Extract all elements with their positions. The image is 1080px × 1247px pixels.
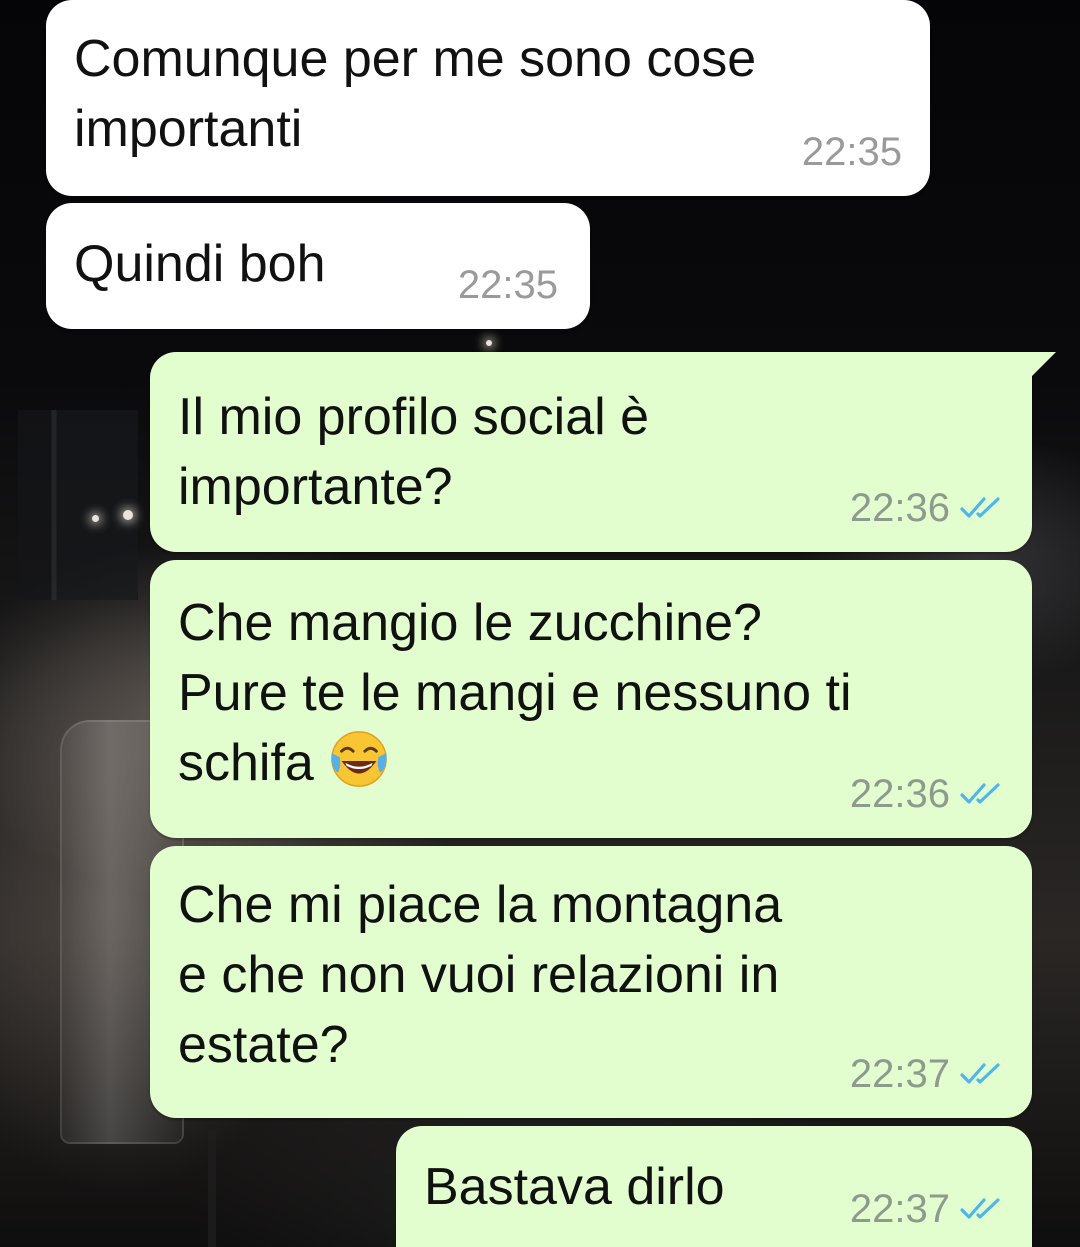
- message-text: Che mangio le zucchine? Pure te le mangi…: [178, 588, 1004, 798]
- bubble-tail: [1026, 352, 1056, 382]
- read-receipt-icon: [960, 783, 1000, 804]
- message-text: Che mi piace la montagna e che non vuoi …: [178, 870, 1004, 1080]
- message-timestamp: 22:37: [849, 1052, 950, 1096]
- outgoing-message-bubble[interactable]: Bastava dirlo 22:37: [396, 1126, 1032, 1247]
- chat-message-list[interactable]: Comunque per me sono cose importanti 22:…: [0, 0, 1080, 1247]
- message-timestamp: 22:35: [801, 130, 902, 174]
- message-timestamp: 22:35: [457, 263, 558, 307]
- outgoing-message-bubble[interactable]: Il mio profilo social è importante? 22:3…: [150, 352, 1056, 552]
- message-line: Il mio profilo social è: [178, 388, 650, 446]
- incoming-message-bubble[interactable]: Quindi boh 22:35: [46, 203, 590, 329]
- outgoing-message-bubble[interactable]: Che mi piace la montagna e che non vuoi …: [150, 846, 1032, 1118]
- message-line: Che mi piace la montagna: [178, 876, 783, 934]
- read-receipt-icon: [960, 1063, 1000, 1084]
- read-receipt-icon: [960, 1198, 1000, 1219]
- message-meta: 22:36: [850, 486, 1004, 530]
- message-meta: 22:37: [850, 1052, 1004, 1096]
- message-timestamp: 22:36: [849, 772, 950, 816]
- message-meta: 22:37: [850, 1187, 1004, 1231]
- message-timestamp: 22:36: [849, 486, 950, 530]
- message-meta: 22:36: [850, 772, 1004, 816]
- message-line: estate?: [178, 1016, 349, 1074]
- message-meta: 22:35: [458, 263, 558, 307]
- outgoing-message-bubble[interactable]: Che mangio le zucchine? Pure te le mangi…: [150, 560, 1032, 838]
- message-line: importante?: [178, 458, 453, 516]
- message-line: Quindi boh: [74, 235, 326, 293]
- message-line: Comunque per me sono cose: [74, 30, 757, 88]
- message-line: Bastava dirlo: [424, 1158, 725, 1216]
- message-line: Pure te le mangi e nessuno ti: [178, 664, 852, 722]
- message-timestamp: 22:37: [849, 1187, 950, 1231]
- message-line: importanti: [74, 100, 303, 158]
- read-receipt-icon: [960, 497, 1000, 518]
- message-line: e che non vuoi relazioni in: [178, 946, 780, 1004]
- incoming-message-bubble[interactable]: Comunque per me sono cose importanti 22:…: [46, 0, 930, 196]
- message-meta: 22:35: [802, 130, 902, 174]
- message-line: schifa: [178, 734, 314, 792]
- message-text: Comunque per me sono cose importanti: [74, 24, 902, 164]
- message-line: Che mangio le zucchine?: [178, 594, 762, 652]
- face-with-tears-of-joy-icon: [331, 731, 388, 787]
